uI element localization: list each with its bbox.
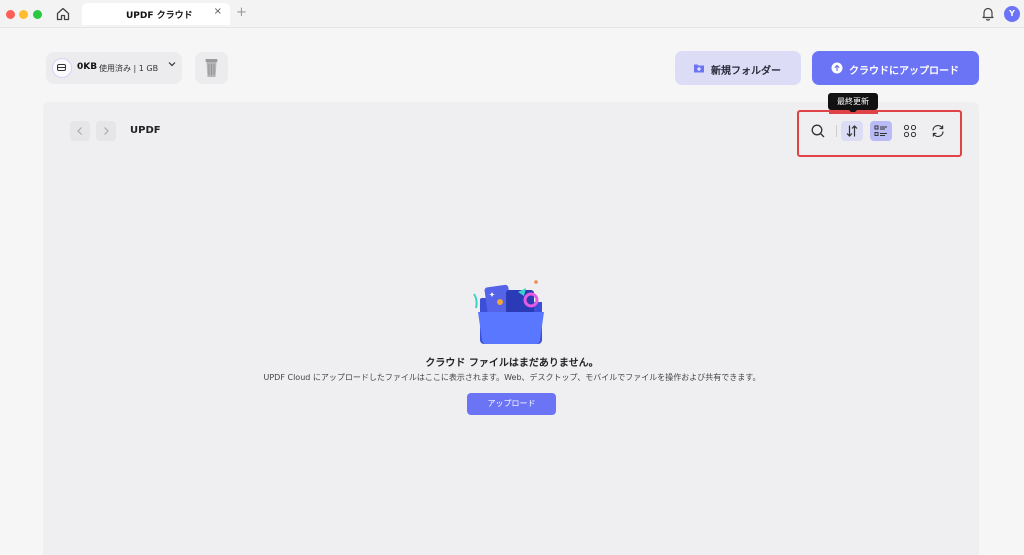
toolbar-divider	[836, 125, 837, 137]
minimize-window-button[interactable]	[19, 10, 28, 19]
new-folder-button[interactable]: 新規フォルダー	[675, 51, 801, 85]
tab-title: UPDF クラウド	[126, 11, 193, 21]
storage-icon	[52, 58, 72, 78]
refresh-icon	[932, 124, 944, 138]
upload-to-cloud-button[interactable]: クラウドにアップロード	[812, 51, 979, 85]
breadcrumb-current[interactable]: UPDF	[130, 125, 161, 136]
list-view-button[interactable]	[870, 121, 892, 141]
storage-used-value: 0KB	[77, 62, 98, 72]
upload-to-cloud-label: クラウドにアップロード	[849, 66, 959, 77]
empty-folder-illustration	[473, 280, 544, 344]
tab-close-icon[interactable]: ×	[214, 6, 222, 17]
grid-view-button[interactable]	[899, 121, 921, 141]
forward-button[interactable]	[96, 121, 116, 141]
storage-usage-selector[interactable]: 0KB 使用済み | 1 GB	[46, 52, 182, 84]
new-tab-icon[interactable]: +	[236, 5, 247, 20]
chevron-down-icon[interactable]	[168, 61, 176, 67]
bell-icon[interactable]	[981, 6, 995, 21]
list-view-icon	[874, 125, 887, 136]
close-window-button[interactable]	[6, 10, 15, 19]
tooltip-underline	[829, 112, 878, 114]
refresh-button[interactable]	[927, 121, 949, 141]
maximize-window-button[interactable]	[33, 10, 42, 19]
sort-icon	[846, 125, 858, 137]
user-avatar[interactable]: Y	[1004, 6, 1020, 22]
sort-tooltip: 最終更新	[828, 93, 878, 110]
chevron-left-icon	[77, 127, 82, 135]
upload-icon	[831, 62, 843, 74]
new-folder-label: 新規フォルダー	[711, 66, 781, 77]
sort-button[interactable]	[841, 121, 863, 141]
new-folder-icon	[694, 64, 704, 73]
trash-button[interactable]	[195, 52, 228, 84]
upload-button[interactable]: アップロード	[467, 393, 556, 415]
title-bar: UPDF クラウド × + Y	[0, 0, 1024, 28]
search-button[interactable]	[807, 121, 829, 141]
trash-icon	[205, 59, 218, 77]
home-icon[interactable]	[55, 6, 71, 22]
grid-view-icon	[903, 124, 917, 138]
storage-detail: 使用済み | 1 GB	[99, 64, 159, 73]
empty-state-description: UPDF Cloud にアップロードしたファイルはここに表示されます。Web、デ…	[263, 373, 761, 382]
tab-updf-cloud[interactable]: UPDF クラウド ×	[82, 3, 230, 25]
search-icon	[811, 124, 825, 138]
back-button[interactable]	[70, 121, 90, 141]
empty-state-title: クラウド ファイルはまだありません。	[425, 358, 599, 369]
chevron-right-icon	[104, 127, 109, 135]
